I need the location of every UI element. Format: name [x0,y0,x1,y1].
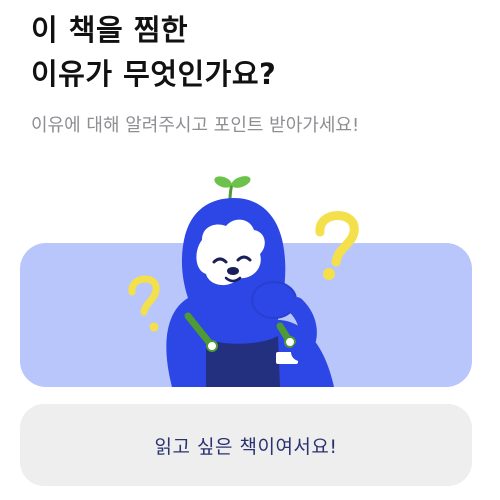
subtitle: 이유에 대해 알려주시고 포인트 받아가세요! [31,115,360,136]
question-mark-left-icon [128,275,160,332]
answer-option-label: 읽고 싶은 책이여서요! [154,435,338,458]
title-line-1: 이 책을 찜한 [31,13,189,47]
title-line-2: 이유가 무엇인가요? [31,57,277,91]
sprout-icon [214,176,251,201]
mascot-illustration [128,176,359,387]
answer-option-button[interactable]: 읽고 싶은 책이여서요! [20,404,472,486]
page-title: 이 책을 찜한 이유가 무엇인가요? [31,8,276,96]
question-mark-right-icon [315,211,359,280]
reason-survey-screen: 이 책을 찜한 이유가 무엇인가요? 이유에 대해 알려주시고 포인트 받아가세… [0,0,500,500]
